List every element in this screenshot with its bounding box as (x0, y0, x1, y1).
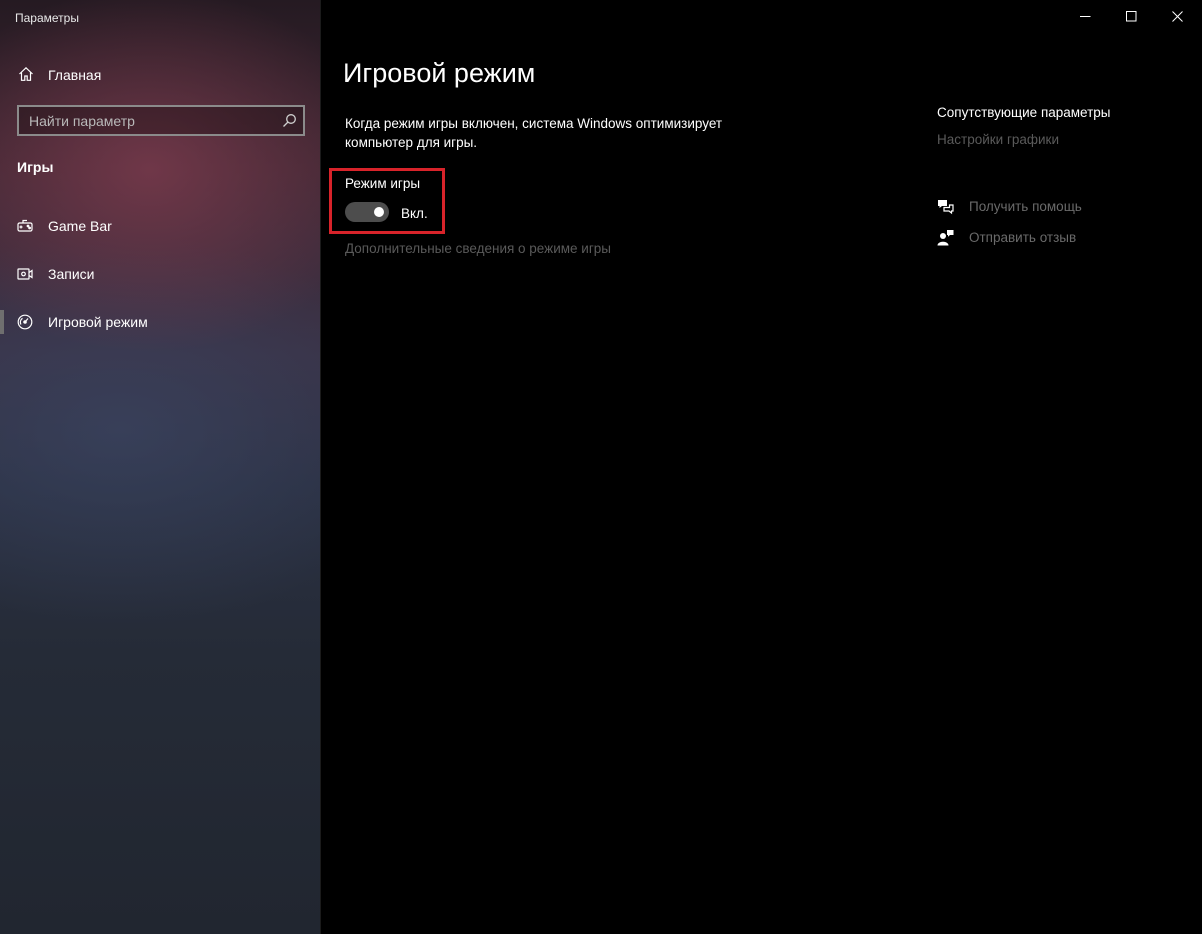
get-help-icon (937, 198, 954, 215)
send-feedback-link[interactable]: Отправить отзыв (937, 228, 1137, 248)
maximize-icon (1126, 11, 1137, 22)
game-mode-icon (17, 314, 33, 330)
feedback-icon (937, 229, 954, 246)
sidebar-item-game-bar[interactable]: Game Bar (0, 206, 321, 246)
toggle-state-text: Вкл. (401, 206, 428, 221)
sidebar-item-label: Главная (48, 67, 102, 83)
search-input[interactable] (19, 107, 274, 134)
home-icon (18, 66, 34, 82)
captures-icon (17, 266, 33, 282)
window-title: Параметры (15, 11, 79, 25)
sidebar-item-game-mode[interactable]: Игровой режим (0, 302, 321, 342)
get-help-link[interactable]: Получить помощь (937, 197, 1137, 217)
toggle-knob (374, 207, 384, 217)
minimize-icon (1080, 16, 1091, 17)
search-box (17, 105, 305, 136)
section-heading: Игры (17, 159, 54, 175)
sidebar-item-home[interactable]: Главная (0, 58, 321, 90)
selection-indicator (0, 310, 4, 334)
send-feedback-label: Отправить отзыв (969, 230, 1077, 245)
sidebar-item-label: Игровой режим (48, 314, 148, 330)
get-help-label: Получить помощь (969, 199, 1082, 214)
maximize-button[interactable] (1109, 0, 1155, 32)
sidebar-item-captures[interactable]: Записи (0, 254, 321, 294)
search-icon[interactable] (282, 113, 297, 128)
game-mode-toggle[interactable] (345, 202, 389, 222)
game-bar-icon (17, 218, 33, 234)
page-title: Игровой режим (343, 58, 536, 88)
minimize-button[interactable] (1063, 0, 1109, 32)
page-description: Когда режим игры включен, система Window… (345, 116, 723, 150)
sidebar: Параметры Главная Игры (0, 0, 321, 934)
more-info-link[interactable]: Дополнительные сведения о режиме игры (345, 241, 611, 256)
sidebar-item-label: Записи (48, 266, 95, 282)
sidebar-item-label: Game Bar (48, 218, 112, 234)
graphics-settings-link[interactable]: Настройки графики (937, 132, 1059, 147)
close-button[interactable] (1155, 0, 1201, 32)
related-settings-title: Сопутствующие параметры (937, 105, 1111, 120)
close-icon (1172, 11, 1183, 22)
game-mode-toggle-label: Режим игры (345, 176, 421, 191)
